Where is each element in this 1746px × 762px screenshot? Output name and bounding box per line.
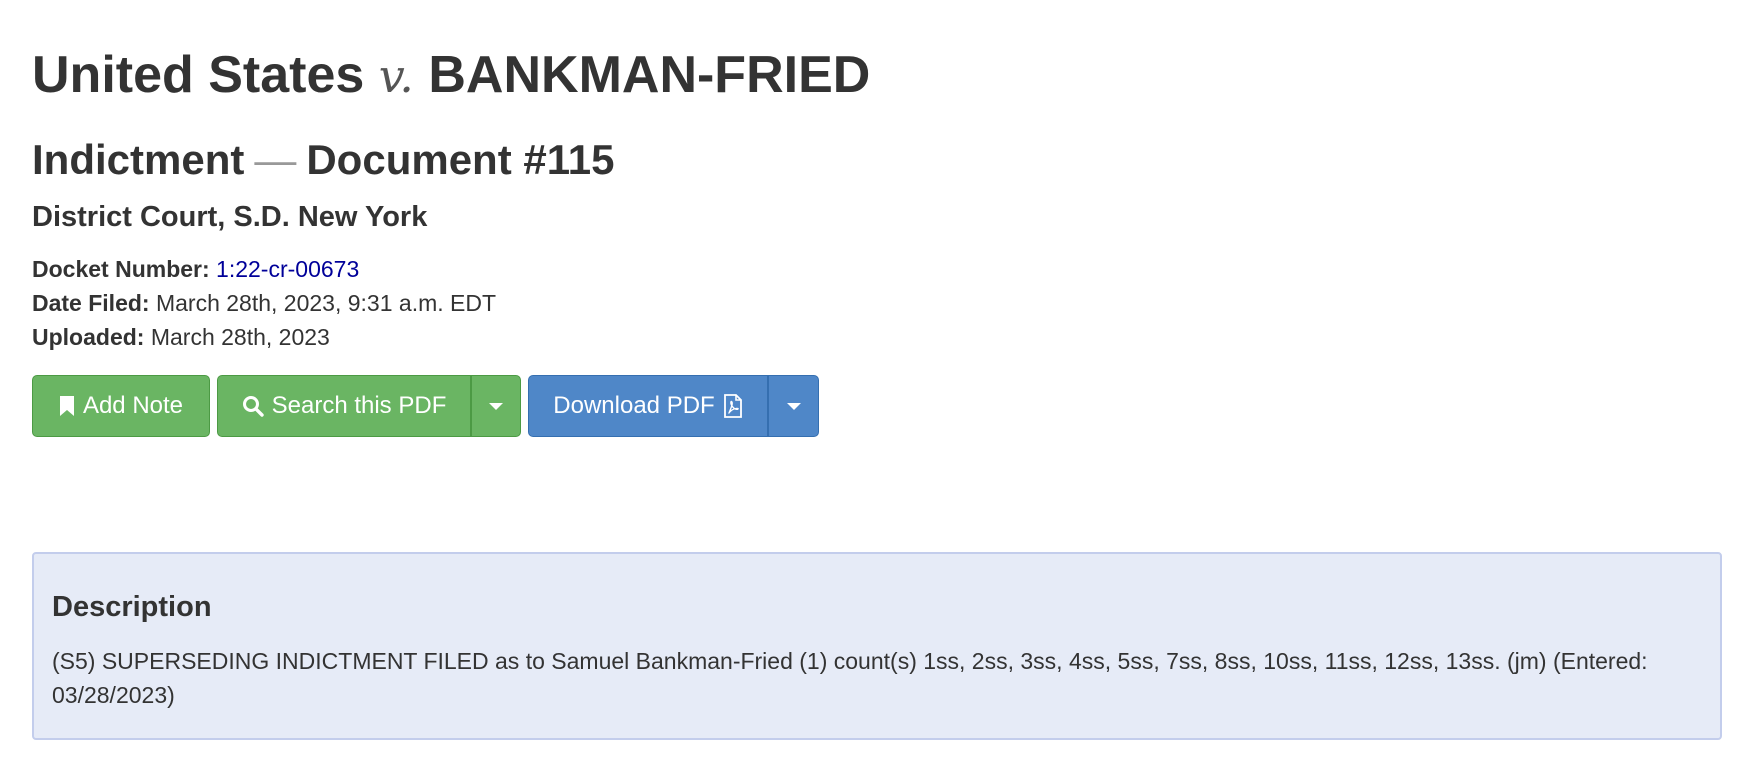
- file-pdf-icon: [723, 394, 743, 418]
- search-pdf-button[interactable]: Search this PDF: [217, 375, 471, 437]
- plaintiff-name: United States: [32, 46, 365, 104]
- title-separator: —: [254, 136, 297, 183]
- defendant-name: BANKMAN-FRIED: [428, 46, 871, 104]
- description-text: (S5) SUPERSEDING INDICTMENT FILED as to …: [52, 648, 1648, 708]
- description-panel: Description (S5) SUPERSEDING INDICTMENT …: [32, 552, 1722, 740]
- bookmark-icon: [59, 395, 75, 417]
- docket-number-label: Docket Number:: [32, 256, 210, 282]
- action-toolbar: Add Note Search this PDF Download PDF: [32, 375, 819, 437]
- document-page: United States v. BANKMAN-FRIED Indictmen…: [0, 0, 1746, 762]
- caret-down-icon: [786, 402, 801, 410]
- search-pdf-label: Search this PDF: [271, 392, 447, 419]
- caret-down-icon: [489, 402, 503, 410]
- uploaded-row: Uploaded: March 28th, 2023: [32, 320, 496, 354]
- versus-label: v.: [378, 49, 414, 103]
- court-name: District Court, S.D. New York: [32, 201, 428, 233]
- document-title: Indictment — Document #115: [32, 134, 614, 186]
- description-heading: Description: [52, 591, 212, 623]
- download-pdf-dropdown-toggle[interactable]: [768, 375, 819, 437]
- download-pdf-button[interactable]: Download PDF: [528, 375, 768, 437]
- document-type: Indictment: [32, 136, 245, 183]
- date-filed-row: Date Filed: March 28th, 2023, 9:31 a.m. …: [32, 286, 496, 320]
- add-note-label: Add Note: [82, 392, 184, 419]
- download-pdf-button-group: Download PDF: [528, 375, 819, 437]
- document-number: Document #115: [306, 136, 615, 183]
- search-icon: [242, 395, 264, 417]
- case-metadata: Docket Number: 1:22-cr-00673 Date Filed:…: [32, 252, 496, 354]
- add-note-button[interactable]: Add Note: [32, 375, 210, 437]
- date-filed-label: Date Filed:: [32, 290, 150, 316]
- search-pdf-button-group: Search this PDF: [217, 375, 521, 437]
- search-pdf-dropdown-toggle[interactable]: [471, 375, 521, 437]
- uploaded-label: Uploaded:: [32, 324, 145, 350]
- uploaded-value: March 28th, 2023: [150, 324, 330, 350]
- date-filed-value: March 28th, 2023, 9:31 a.m. EDT: [155, 290, 497, 316]
- docket-number-row: Docket Number: 1:22-cr-00673: [32, 252, 496, 286]
- case-title: United States v. BANKMAN-FRIED: [32, 44, 870, 107]
- docket-number-link[interactable]: 1:22-cr-00673: [216, 256, 359, 282]
- download-pdf-label: Download PDF: [553, 392, 715, 419]
